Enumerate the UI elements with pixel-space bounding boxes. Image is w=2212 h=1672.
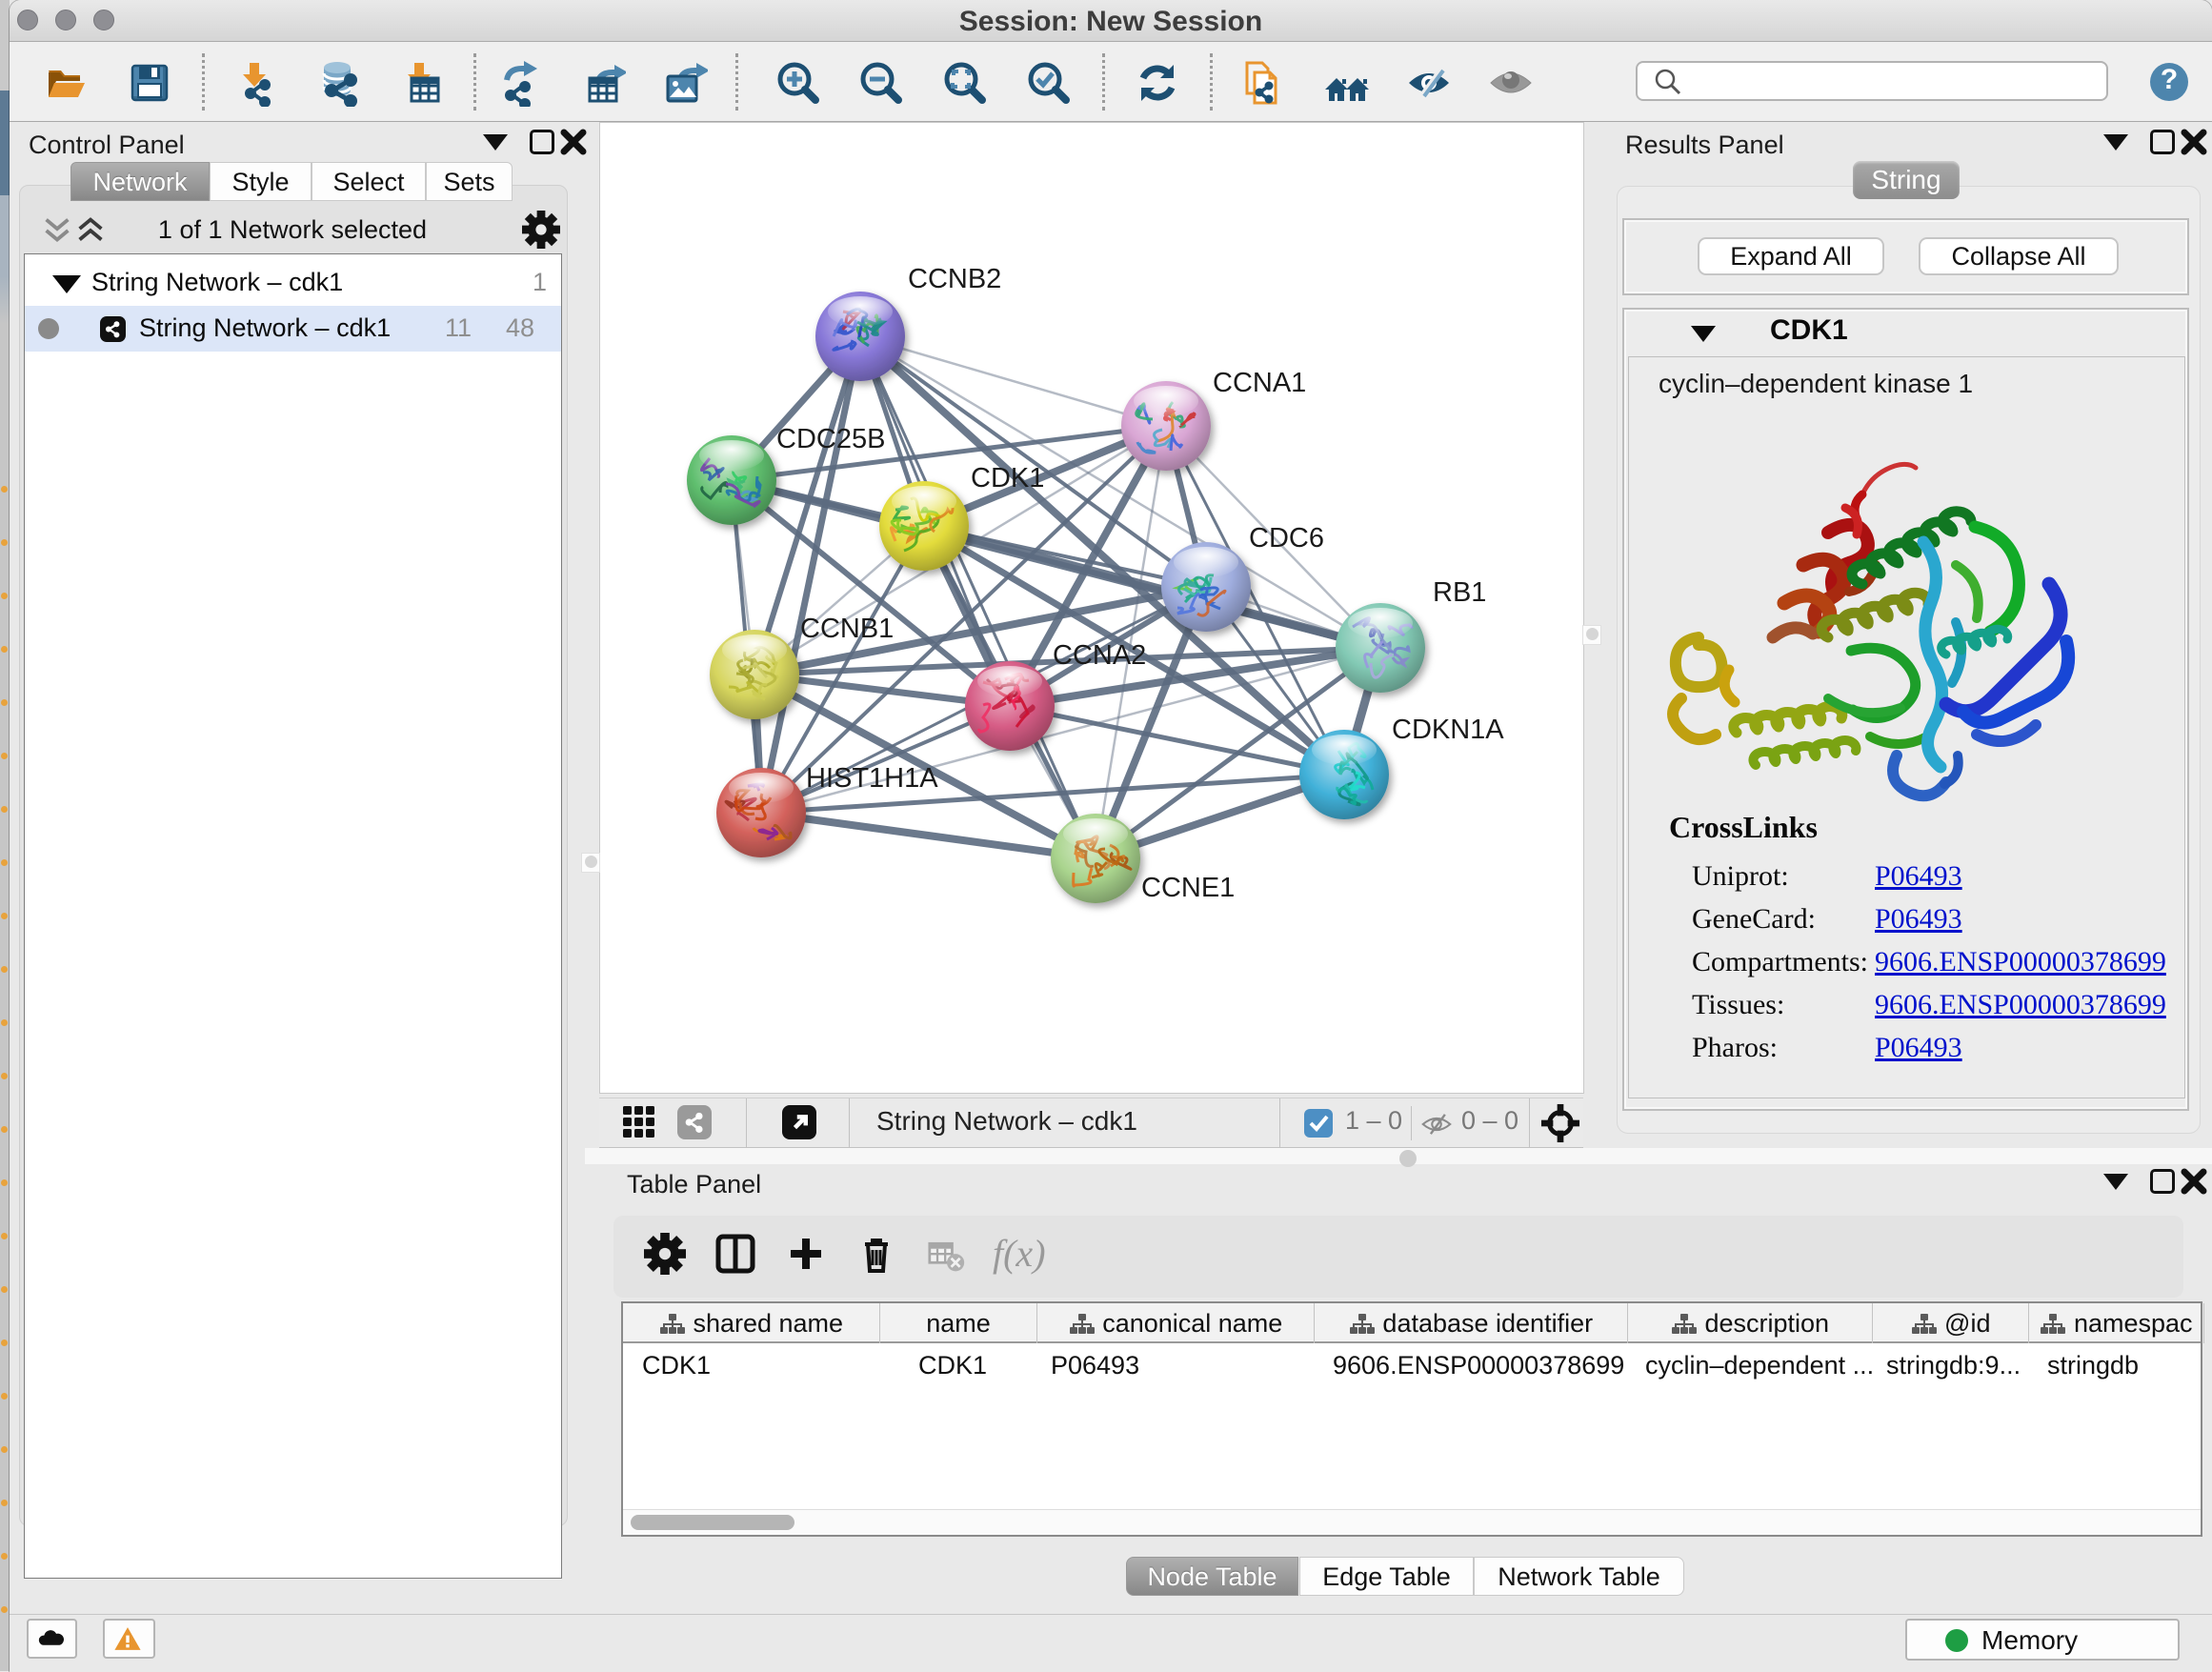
svg-text:CCNA2: CCNA2 <box>1053 640 1146 671</box>
svg-text:CCNE1: CCNE1 <box>1141 873 1235 903</box>
svg-text:CDC25B: CDC25B <box>776 424 885 454</box>
svg-text:CDC6: CDC6 <box>1249 523 1324 554</box>
svg-text:CDKN1A: CDKN1A <box>1392 715 1504 745</box>
svg-text:CCNB1: CCNB1 <box>800 614 894 644</box>
svg-text:CCNB2: CCNB2 <box>908 264 1001 294</box>
svg-text:CCNA1: CCNA1 <box>1213 368 1306 398</box>
svg-text:HIST1H1A: HIST1H1A <box>806 763 938 794</box>
svg-text:CDK1: CDK1 <box>971 463 1044 494</box>
svg-text:RB1: RB1 <box>1433 577 1486 608</box>
